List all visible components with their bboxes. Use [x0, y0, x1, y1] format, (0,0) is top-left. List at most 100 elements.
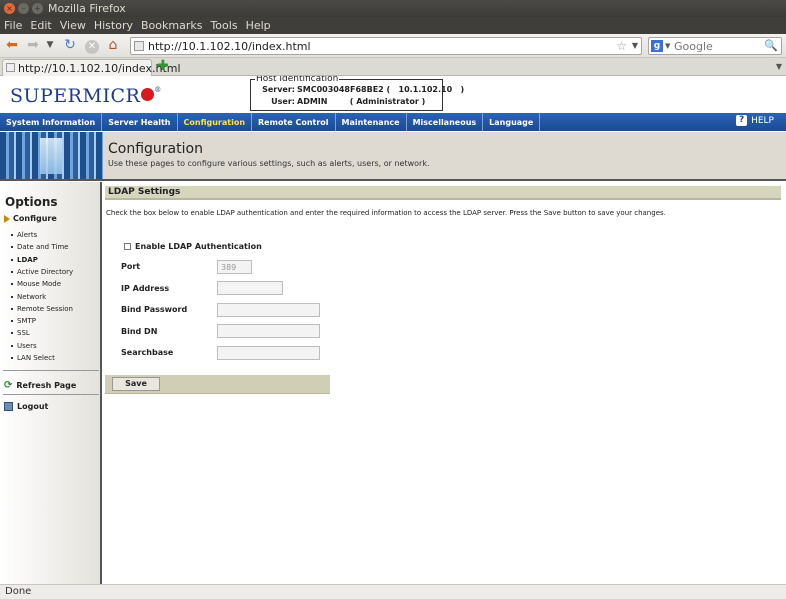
sidebar-item-network[interactable]: Network	[11, 293, 46, 301]
search-bar[interactable]: g ▼ 🔍	[648, 37, 782, 55]
refresh-icon: ⟳	[4, 380, 13, 391]
new-tab-plus-icon[interactable]: ✚	[157, 59, 169, 74]
section-description: Check the box below to enable LDAP authe…	[106, 209, 666, 217]
page-favicon-icon	[6, 63, 15, 72]
bind-dn-label: Bind DN	[121, 327, 158, 336]
close-window-button[interactable]: ×	[4, 3, 15, 14]
server-value: SMC003048F68BE2 ( 10.1.102.10 )	[297, 85, 465, 94]
host-identification-box: Host Identification Server: SMC003048F68…	[250, 76, 464, 111]
window-titlebar: × – + Mozilla Firefox	[0, 0, 786, 17]
refresh-page-link[interactable]: ⟳ Refresh Page	[4, 380, 76, 391]
page-banner: Configuration Use these pages to configu…	[0, 132, 786, 181]
menu-file[interactable]: File	[0, 17, 26, 34]
logo-dot	[141, 88, 155, 101]
sidebar-item-smtp[interactable]: SMTP	[11, 317, 36, 325]
main-navigation: System Information Server Health Configu…	[0, 113, 786, 131]
sidebar-divider	[3, 394, 99, 395]
port-label: Port	[121, 262, 141, 271]
options-sidebar: Options Configure Alerts Date and Time L…	[0, 182, 102, 584]
server-label: Server:	[262, 85, 295, 94]
enable-ldap-label: Enable LDAP Authentication	[135, 242, 262, 251]
site-identity-icon[interactable]	[134, 41, 144, 51]
back-arrow-icon[interactable]: ⬅	[3, 37, 21, 54]
engine-dropdown-icon[interactable]: ▼	[665, 42, 670, 50]
nav-remote-control[interactable]: Remote Control	[252, 113, 336, 131]
url-dropdown-icon[interactable]: ▼	[632, 41, 638, 50]
menu-edit[interactable]: Edit	[26, 17, 55, 34]
reload-icon[interactable]: ↻	[61, 37, 79, 54]
forward-arrow-icon[interactable]: ➡	[24, 37, 42, 54]
menu-bookmarks[interactable]: Bookmarks	[137, 17, 206, 34]
menu-view[interactable]: View	[56, 17, 90, 34]
server-room-image	[0, 132, 103, 179]
user-value: ADMIN ( Administrator )	[297, 97, 426, 106]
sidebar-divider	[3, 370, 99, 371]
options-title: Options	[5, 195, 58, 209]
expand-triangle-icon	[4, 214, 10, 223]
google-engine-icon[interactable]: g	[651, 40, 663, 52]
section-header: LDAP Settings	[105, 186, 781, 200]
page-content: SUPERMICR ® Host Identification Server: S…	[0, 76, 786, 584]
enable-ldap-checkbox[interactable]	[124, 243, 131, 250]
url-text[interactable]: http://10.1.102.10/index.html	[148, 40, 311, 53]
stop-icon[interactable]: ✕	[83, 37, 101, 54]
sidebar-item-ldap[interactable]: LDAP	[11, 256, 38, 264]
sidebar-group-configure[interactable]: Configure	[4, 214, 57, 223]
nav-server-health[interactable]: Server Health	[102, 113, 178, 131]
nav-language[interactable]: Language	[483, 113, 541, 131]
supermicro-logo: SUPERMICR ®	[10, 85, 162, 107]
logout-label: Logout	[17, 402, 49, 411]
logo-text: SUPERMICR	[10, 85, 141, 107]
nav-system-information[interactable]: System Information	[0, 113, 103, 131]
sidebar-item-ssl[interactable]: SSL	[11, 329, 30, 337]
menu-history[interactable]: History	[90, 17, 137, 34]
bind-dn-input[interactable]	[217, 324, 320, 338]
sidebar-item-date-and-time[interactable]: Date and Time	[11, 243, 68, 251]
maximize-window-button[interactable]: +	[32, 3, 43, 14]
bind-password-input[interactable]	[217, 303, 320, 317]
logout-link[interactable]: Logout	[4, 402, 48, 411]
nav-configuration[interactable]: Configuration	[178, 113, 253, 131]
nav-maintenance[interactable]: Maintenance	[336, 113, 407, 131]
save-bar: Save	[105, 375, 330, 394]
sidebar-item-active-directory[interactable]: Active Directory	[11, 268, 73, 276]
port-input[interactable]: 389	[217, 260, 252, 274]
navigation-toolbar: ⬅ ➡ ▼ ↻ ✕ ⌂ http://10.1.102.10/index.htm…	[0, 34, 786, 58]
nav-miscellaneous[interactable]: Miscellaneous	[407, 113, 484, 131]
searchbase-label: Searchbase	[121, 348, 174, 357]
ip-address-input[interactable]	[217, 281, 283, 295]
tab-list-dropdown-icon[interactable]: ▼	[776, 62, 782, 71]
help-label: HELP	[751, 115, 774, 126]
sidebar-item-remote-session[interactable]: Remote Session	[11, 305, 73, 313]
enable-ldap-row[interactable]: Enable LDAP Authentication	[124, 242, 262, 251]
sidebar-group-label: Configure	[13, 214, 57, 223]
help-link[interactable]: ? HELP	[736, 115, 774, 126]
address-bar[interactable]: http://10.1.102.10/index.html ☆ ▼	[130, 37, 642, 55]
minimize-window-button[interactable]: –	[18, 3, 29, 14]
tab-current[interactable]: http://10.1.102.10/index.html	[2, 59, 181, 76]
sidebar-item-mouse-mode[interactable]: Mouse Mode	[11, 280, 61, 288]
search-input[interactable]	[674, 39, 768, 53]
page-title: Configuration	[108, 141, 203, 157]
menu-tools[interactable]: Tools	[206, 17, 241, 34]
menu-help[interactable]: Help	[242, 17, 275, 34]
bookmark-star-icon[interactable]: ☆	[616, 39, 627, 53]
refresh-label: Refresh Page	[16, 381, 77, 390]
save-button[interactable]: Save	[112, 377, 160, 391]
sidebar-item-alerts[interactable]: Alerts	[11, 231, 37, 239]
ip-address-label: IP Address	[121, 284, 170, 293]
search-magnifier-icon[interactable]: 🔍	[764, 39, 778, 52]
ldap-settings-panel: LDAP Settings Check the box below to ena…	[104, 182, 786, 584]
searchbase-input[interactable]	[217, 346, 320, 360]
status-bar: Done	[0, 584, 786, 599]
host-identification-legend: Host Identification	[255, 76, 340, 84]
status-text: Done	[5, 586, 32, 597]
help-question-icon: ?	[736, 115, 748, 126]
home-icon[interactable]: ⌂	[104, 37, 122, 54]
user-label: User:	[271, 97, 295, 106]
logout-icon	[4, 402, 13, 411]
sidebar-item-lan-select[interactable]: LAN Select	[11, 354, 55, 362]
sidebar-item-users[interactable]: Users	[11, 342, 37, 350]
history-dropdown-icon[interactable]: ▼	[44, 37, 56, 54]
menu-bar: File Edit View History Bookmarks Tools H…	[0, 17, 786, 34]
